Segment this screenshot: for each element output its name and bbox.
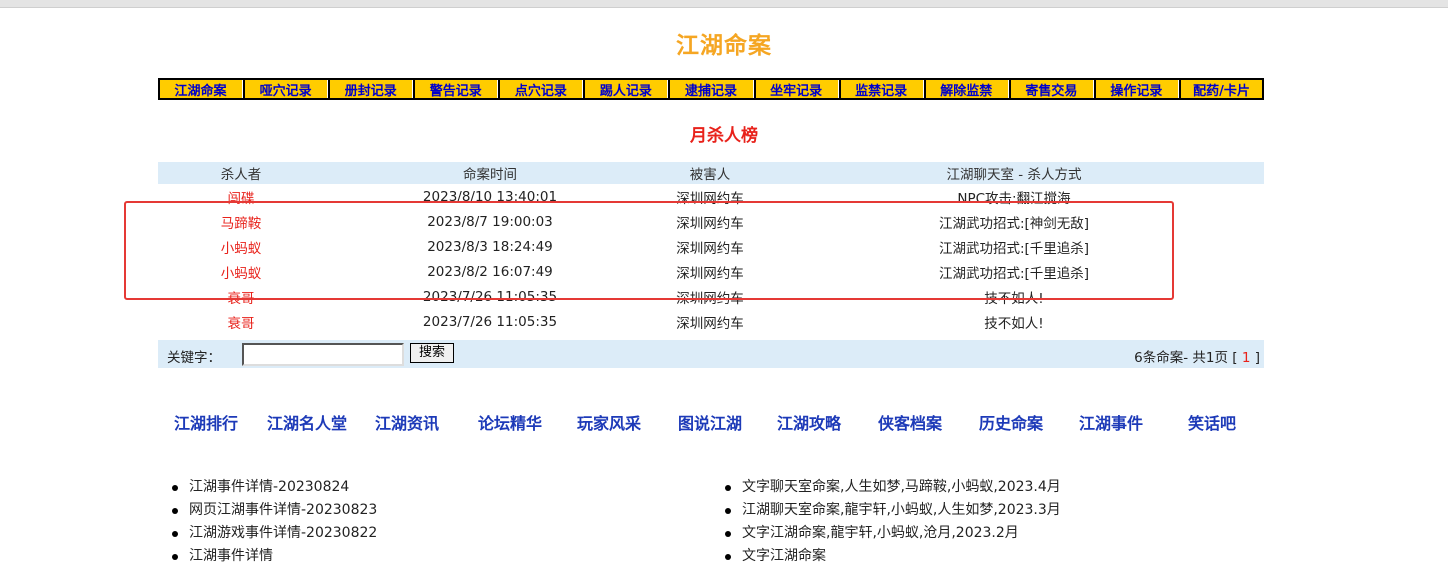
nav-item-point-records[interactable]: 点穴记录	[499, 79, 585, 99]
link-events[interactable]: 江湖事件	[1079, 410, 1143, 434]
kill-method: 江湖武功招式:[神剑无敌]	[938, 215, 1090, 232]
nav-item-jianghu-cases[interactable]: 江湖命案	[159, 79, 245, 99]
case-time: 2023/8/3 18:24:49	[427, 238, 553, 255]
list-item[interactable]: 文字江湖命案,龍宇轩,小蚂蚁,沧月,2023.2月	[720, 522, 1061, 545]
nav-item-consignment[interactable]: 寄售交易	[1009, 79, 1095, 99]
link-illustrated[interactable]: 图说江湖	[678, 410, 742, 434]
nav-item-warning-records[interactable]: 警告记录	[414, 79, 500, 99]
killer-name[interactable]: 衰哥	[158, 309, 324, 334]
table-row: 衰哥 2023/7/26 11:05:35 深圳网约车 技不如人!	[158, 309, 1264, 334]
case-time: 2023/8/10 13:40:01	[422, 188, 558, 205]
case-time: 2023/8/2 16:07:49	[427, 263, 553, 280]
kill-method: 技不如人!	[984, 315, 1044, 332]
nav-item-release[interactable]: 解除监禁	[924, 79, 1010, 99]
header-time: 命案时间	[463, 167, 517, 183]
nav-item-arrest-records[interactable]: 逮捕记录	[669, 79, 755, 99]
search-label: 关键字：	[167, 350, 221, 366]
victim-name: 深圳网约车	[676, 190, 744, 207]
link-hall-of-fame[interactable]: 江湖名人堂	[267, 410, 347, 434]
link-hero-profiles[interactable]: 侠客档案	[878, 410, 942, 434]
case-time: 2023/7/26 11:05:35	[422, 288, 558, 305]
news-list-right: 文字聊天室命案,人生如梦,马蹄鞍,小蚂蚁,2023.4月 江湖聊天室命案,龍宇轩…	[720, 476, 1061, 568]
victim-name: 深圳网约车	[676, 290, 744, 307]
table-row: 马蹄鞍 2023/8/7 19:00:03 深圳网约车 江湖武功招式:[神剑无敌…	[158, 209, 1264, 234]
search-input[interactable]	[242, 343, 404, 366]
search-button[interactable]: 搜索	[410, 343, 455, 363]
case-time: 2023/7/26 11:05:35	[422, 313, 558, 330]
case-time: 2023/8/7 19:00:03	[427, 213, 553, 230]
list-item[interactable]: 江湖游戏事件详情-20230822	[167, 522, 377, 545]
nav-item-title-records[interactable]: 册封记录	[329, 79, 415, 99]
nav-item-jail-records[interactable]: 坐牢记录	[754, 79, 840, 99]
list-item[interactable]: 江湖聊天室命案,龍宇轩,小蚂蚁,人生如梦,2023.3月	[720, 499, 1061, 522]
nav-menu: 江湖命案 哑穴记录 册封记录 警告记录 点穴记录 踢人记录 逮捕记录 坐牢记录 …	[158, 78, 1264, 100]
table-row: 衰哥 2023/7/26 11:05:35 深圳网约车 技不如人!	[158, 284, 1264, 309]
killer-name[interactable]: 小蚂蚁	[158, 259, 324, 284]
kill-ranking-table: 杀人者 命案时间 被害人 江湖聊天室 - 杀人方式 闯碟 2023/8/10 1…	[158, 162, 1264, 334]
kill-method: 江湖武功招式:[千里追杀]	[938, 240, 1090, 257]
table-row: 小蚂蚁 2023/8/3 18:24:49 深圳网约车 江湖武功招式:[千里追杀…	[158, 234, 1264, 259]
case-count-text: 6条命案- 共1页 [	[1134, 350, 1242, 366]
header-killer: 杀人者	[220, 167, 262, 183]
table-row: 闯碟 2023/8/10 13:40:01 深圳网约车 NPC攻击:翻江搅海	[158, 184, 1264, 209]
search-bar: 关键字： 搜索 6条命案- 共1页 [ 1 ]	[158, 340, 1264, 368]
footer-links: 江湖排行 江湖名人堂 江湖资讯 论坛精华 玩家风采 图说江湖 江湖攻略 侠客档案…	[158, 410, 1264, 434]
victim-name: 深圳网约车	[676, 265, 744, 282]
nav-item-mute-records[interactable]: 哑穴记录	[244, 79, 330, 99]
page-title: 江湖命案	[676, 33, 772, 59]
link-ranking[interactable]: 江湖排行	[174, 410, 238, 434]
nav-item-medicine-cards[interactable]: 配药/卡片	[1179, 79, 1264, 99]
link-history-cases[interactable]: 历史命案	[979, 410, 1043, 434]
killer-name[interactable]: 小蚂蚁	[158, 234, 324, 259]
table-header-row: 杀人者 命案时间 被害人 江湖聊天室 - 杀人方式	[158, 162, 1264, 184]
kill-method: NPC攻击:翻江搅海	[957, 190, 1071, 207]
header-victim: 被害人	[689, 167, 731, 183]
nav-item-confine-records[interactable]: 监禁记录	[839, 79, 925, 99]
link-jokes[interactable]: 笑话吧	[1188, 410, 1236, 434]
victim-name: 深圳网约车	[676, 240, 744, 257]
pager-close-bracket: ]	[1250, 350, 1260, 366]
link-forum-highlights[interactable]: 论坛精华	[478, 410, 542, 434]
link-news[interactable]: 江湖资讯	[375, 410, 439, 434]
victim-name: 深圳网约车	[676, 315, 744, 332]
link-player-showcase[interactable]: 玩家风采	[577, 410, 641, 434]
killer-name[interactable]: 衰哥	[158, 284, 324, 309]
nav-item-kick-records[interactable]: 踢人记录	[584, 79, 670, 99]
header-method: 江湖聊天室 - 杀人方式	[946, 167, 1082, 183]
table-row: 小蚂蚁 2023/8/2 16:07:49 深圳网约车 江湖武功招式:[千里追杀…	[158, 259, 1264, 284]
kill-method: 技不如人!	[984, 290, 1044, 307]
news-list-left: 江湖事件详情-20230824 网页江湖事件详情-20230823 江湖游戏事件…	[167, 476, 377, 568]
browser-top-edge	[0, 0, 1448, 8]
link-guides[interactable]: 江湖攻略	[777, 410, 841, 434]
list-item[interactable]: 江湖事件详情-20230824	[167, 476, 377, 499]
killer-name[interactable]: 闯碟	[158, 184, 324, 209]
section-title: 月杀人榜	[690, 126, 758, 146]
list-item[interactable]: 江湖事件详情	[167, 545, 377, 568]
list-item[interactable]: 文字江湖命案	[720, 545, 1061, 568]
pagination: 6条命案- 共1页 [ 1 ]	[1134, 346, 1260, 366]
list-item[interactable]: 文字聊天室命案,人生如梦,马蹄鞍,小蚂蚁,2023.4月	[720, 476, 1061, 499]
kill-method: 江湖武功招式:[千里追杀]	[938, 265, 1090, 282]
nav-item-operation-records[interactable]: 操作记录	[1094, 79, 1180, 99]
victim-name: 深圳网约车	[676, 215, 744, 232]
killer-name[interactable]: 马蹄鞍	[158, 209, 324, 234]
list-item[interactable]: 网页江湖事件详情-20230823	[167, 499, 377, 522]
